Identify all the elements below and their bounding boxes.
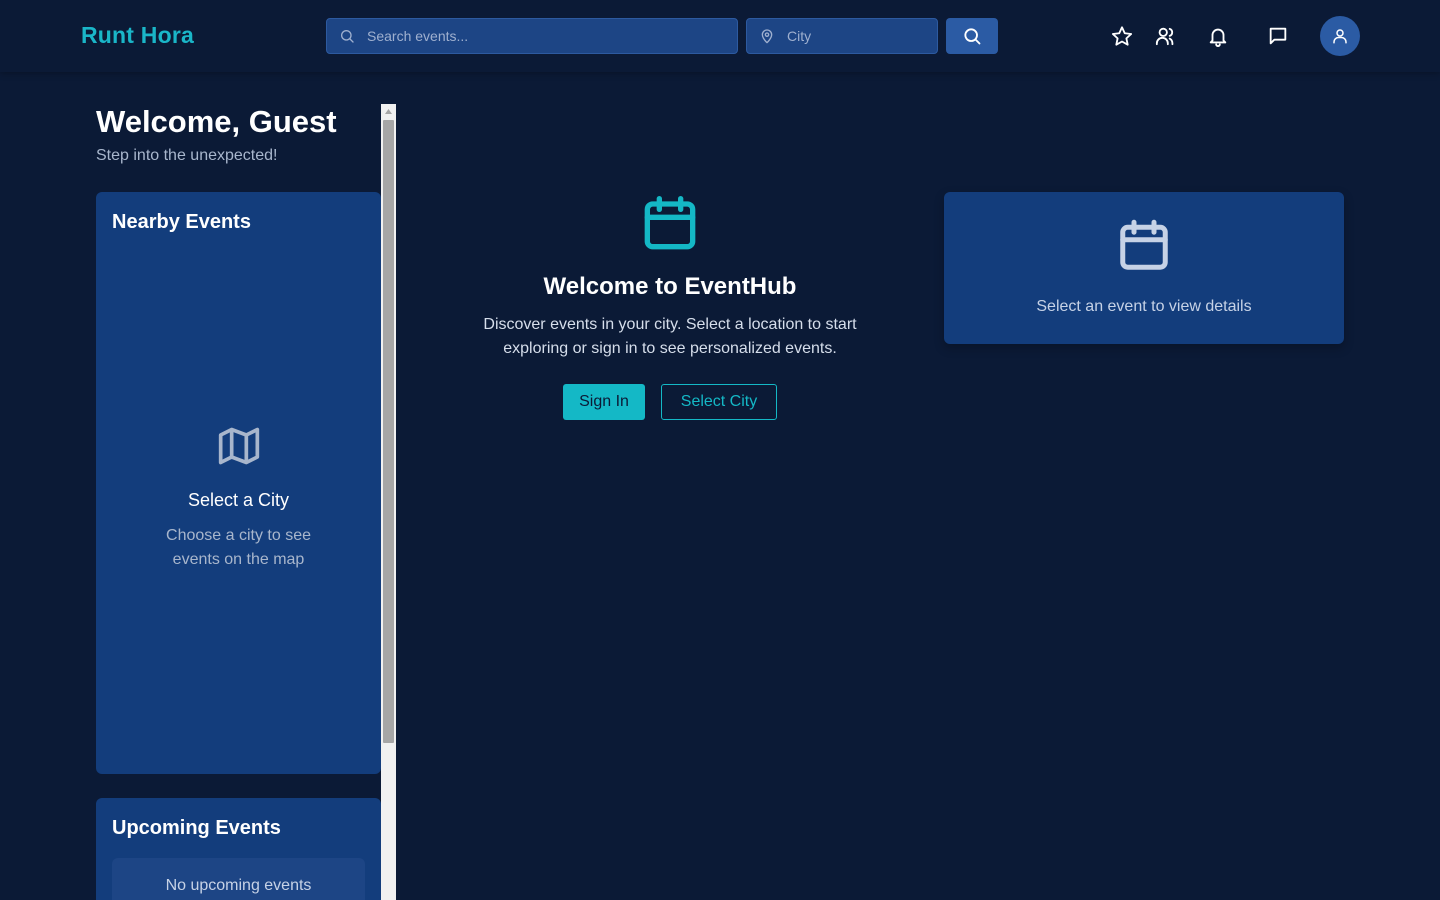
calendar-icon (644, 196, 696, 250)
event-details-placeholder: Select an event to view details (1036, 298, 1252, 315)
avatar[interactable] (1320, 16, 1360, 56)
chevron-up-icon (385, 108, 392, 114)
notifications-button[interactable] (1206, 24, 1230, 48)
city-input[interactable] (747, 19, 937, 53)
nearby-empty-text: Choose a city to see events on the map (166, 527, 311, 568)
nearby-events-title: Nearby Events (112, 211, 251, 233)
brand-logo[interactable]: Runt Hora (81, 22, 194, 49)
nearby-events-card: Nearby Events Select a City Choose a cit… (96, 192, 381, 774)
friends-button[interactable] (1154, 24, 1178, 48)
user-icon (1333, 29, 1347, 44)
favorites-button[interactable] (1110, 24, 1134, 48)
welcome-subtitle: Step into the unexpected! (96, 147, 278, 164)
upcoming-empty-state: No upcoming events (112, 858, 365, 900)
sign-in-button[interactable]: Sign In (563, 384, 645, 420)
scroll-up-arrow[interactable] (381, 104, 396, 118)
city-field[interactable] (746, 18, 938, 54)
upcoming-events-card: Upcoming Events No upcoming events (96, 798, 381, 900)
search-icon (964, 28, 981, 45)
map-pin-icon (761, 29, 773, 44)
star-icon (1111, 26, 1133, 46)
bell-icon (1209, 28, 1227, 47)
search-input[interactable] (327, 19, 737, 53)
sidebar-scrollbar[interactable] (381, 104, 396, 900)
nearby-empty-title: Select a City (187, 490, 290, 510)
welcome-description: Discover events in your city. Select a l… (483, 316, 857, 357)
top-navbar: Runt Hora (0, 0, 1440, 72)
message-icon (1269, 27, 1287, 45)
users-icon (1155, 27, 1174, 46)
select-city-button[interactable]: Select City (661, 384, 777, 420)
welcome-title: Welcome, Guest (96, 104, 337, 139)
sidebar: Welcome, Guest Step into the unexpected!… (96, 104, 396, 900)
upcoming-events-title: Upcoming Events (112, 817, 281, 839)
welcome-heading: Welcome to EventHub (543, 273, 797, 300)
event-details-card: Select an event to view details (944, 192, 1344, 344)
scroll-thumb[interactable] (383, 120, 394, 743)
search-icon (341, 30, 354, 43)
search-field[interactable] (326, 18, 738, 54)
messages-button[interactable] (1266, 24, 1290, 48)
search-button[interactable] (946, 18, 998, 54)
map-icon (218, 427, 260, 465)
calendar-icon (1120, 219, 1168, 270)
